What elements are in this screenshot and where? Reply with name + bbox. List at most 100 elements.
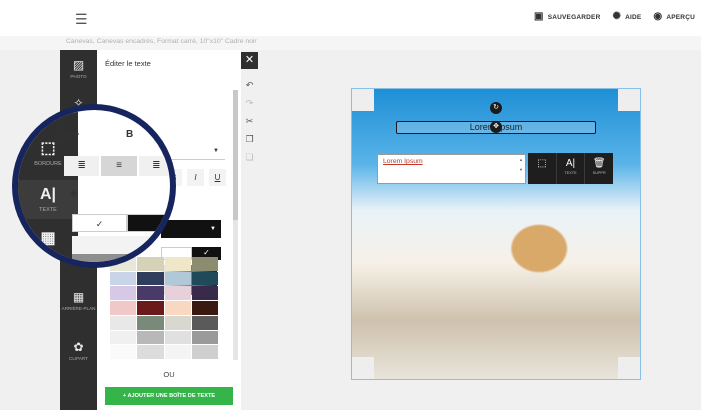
- rail-item-background[interactable]: ▦ ARRIÈRE-PLAN: [60, 290, 97, 311]
- swatch[interactable]: [137, 315, 164, 330]
- border-icon: ⬚: [40, 140, 56, 157]
- rail-item-clipart[interactable]: ✿ CLIPART: [60, 340, 97, 361]
- add-text-box-label: AJOUTER UNE BOÎTE DE TEXTE: [127, 393, 216, 399]
- preview-button[interactable]: ◉ APERÇU: [653, 12, 695, 22]
- swatch[interactable]: [164, 286, 191, 301]
- chevron-down-icon: ▼: [210, 226, 216, 232]
- lightbulb-icon: ✺: [612, 11, 622, 22]
- swatch[interactable]: [191, 271, 218, 286]
- text-icon: A|: [39, 186, 57, 203]
- scrollbar-thumb[interactable]: [233, 90, 238, 220]
- swatch[interactable]: [110, 271, 137, 286]
- breadcrumb-bar: Canevas, Canevas encadrés, Format carré,…: [0, 36, 701, 50]
- swatch[interactable]: [191, 257, 218, 271]
- panel-title: Éditer le texte: [105, 59, 151, 68]
- text-edit-button[interactable]: A| TEXTE: [557, 153, 586, 184]
- add-text-box-button[interactable]: + AJOUTER UNE BOÎTE DE TEXTE: [105, 387, 233, 405]
- edit-tools: ↶ ↷ ✂ ❐ ❏: [241, 76, 258, 166]
- text-edit-area[interactable]: Lorem Ipsum ▲ ▼: [377, 154, 526, 184]
- swatch[interactable]: [110, 345, 137, 359]
- rail-label-text: TEXTE: [39, 207, 57, 213]
- swatch[interactable]: [191, 286, 218, 301]
- font-size-select[interactable]: 28 ▾: [62, 130, 79, 141]
- swatch[interactable]: [137, 345, 164, 359]
- italic-button[interactable]: I: [187, 169, 204, 186]
- save-button[interactable]: ▣ SAUVEGARDER: [534, 12, 600, 22]
- swatch[interactable]: [164, 330, 191, 345]
- rail-item-text[interactable]: A| TEXTE: [18, 180, 78, 219]
- crop-button[interactable]: ⬚: [528, 153, 557, 184]
- text-color-select[interactable]: ▼: [161, 220, 221, 238]
- edit-text: Lorem Ipsum: [383, 158, 423, 165]
- swatch[interactable]: [137, 301, 164, 315]
- top-actions: ▣ SAUVEGARDER ✺ AIDE ◉ APERÇU: [534, 12, 695, 22]
- swatch[interactable]: [164, 271, 191, 286]
- close-icon[interactable]: ✕: [241, 52, 258, 69]
- clipart-icon: ✿: [73, 340, 84, 354]
- swatch[interactable]: [191, 345, 218, 359]
- rail-label-background: ARRIÈRE-PLAN: [61, 306, 96, 311]
- text-edit-icon: A|: [565, 158, 576, 169]
- preview-label: APERÇU: [666, 13, 695, 21]
- rail-item-photo[interactable]: ▨ PHOTO: [60, 58, 97, 79]
- help-button[interactable]: ✺ AIDE: [612, 12, 641, 22]
- swatch[interactable]: [191, 315, 218, 330]
- chevron-down-icon: ▼: [213, 148, 219, 154]
- background-icon: ▦: [72, 290, 85, 304]
- swatch[interactable]: [164, 315, 191, 330]
- panel-scrollbar[interactable]: [233, 90, 238, 360]
- copy-icon[interactable]: ❐: [241, 130, 258, 148]
- swatch-black[interactable]: [127, 214, 170, 232]
- font-size-value: 28: [62, 130, 73, 140]
- swatch[interactable]: [110, 315, 137, 330]
- trash-icon: 🗑: [592, 158, 606, 169]
- or-label: OU: [163, 370, 175, 379]
- top-bar: ☰ ▣ SAUVEGARDER ✺ AIDE ◉ APERÇU: [0, 0, 701, 36]
- underline-button[interactable]: U: [209, 169, 226, 186]
- paste-icon[interactable]: ❏: [241, 148, 258, 166]
- save-label: SAUVEGARDER: [547, 13, 601, 21]
- swatch[interactable]: [137, 330, 164, 345]
- help-label: AIDE: [625, 13, 642, 21]
- rail-label-layout: FN: [44, 251, 52, 257]
- textarea-scroll-arrows[interactable]: ▲ ▼: [519, 157, 523, 172]
- undo-icon[interactable]: ↶: [241, 76, 258, 94]
- paint-bucket-icon: ◈: [70, 188, 78, 199]
- layout-icon: ▦: [40, 230, 56, 247]
- chevron-down-icon: ▾: [74, 130, 80, 140]
- text-edit-label: TEXTE: [564, 171, 577, 175]
- canvas-corner: [618, 89, 640, 111]
- swatch-white-selected[interactable]: ✓: [72, 214, 127, 232]
- hamburger-icon[interactable]: ☰: [75, 11, 88, 28]
- color-palette: [110, 257, 218, 359]
- alignment-buttons: ≣ ≡ ≣: [64, 156, 170, 176]
- floating-toolbar: ⬚ A| TEXTE 🗑 SUPPR: [528, 153, 613, 184]
- align-right-icon[interactable]: ≣: [138, 156, 170, 176]
- align-left-icon[interactable]: ≣: [64, 156, 100, 176]
- swatch[interactable]: [110, 301, 137, 315]
- canvas-corner: [352, 357, 374, 379]
- crop-icon: ⬚: [537, 158, 547, 169]
- rail-item-layout[interactable]: ▦ FN: [18, 228, 78, 257]
- image-icon: ▨: [72, 58, 85, 72]
- swatch[interactable]: [110, 286, 137, 301]
- swatch[interactable]: [137, 286, 164, 301]
- eye-icon: ◉: [653, 11, 663, 22]
- move-handle-icon[interactable]: ✥: [490, 121, 502, 133]
- rail-label-clipart: CLIPART: [69, 356, 88, 361]
- swatch[interactable]: [164, 301, 191, 315]
- swatch[interactable]: [191, 301, 218, 315]
- swatch[interactable]: [137, 271, 164, 286]
- swatch[interactable]: [191, 330, 218, 345]
- delete-button[interactable]: 🗑 SUPPR: [585, 153, 613, 184]
- swatch[interactable]: [110, 330, 137, 345]
- magnified-swatches: ✓: [72, 214, 170, 232]
- bold-button-magnified[interactable]: B: [126, 129, 133, 140]
- cut-icon[interactable]: ✂: [241, 112, 258, 130]
- align-center-icon[interactable]: ≡: [101, 156, 137, 176]
- save-icon: ▣: [534, 11, 544, 22]
- canvas-corner: [618, 357, 640, 379]
- redo-icon[interactable]: ↷: [241, 94, 258, 112]
- rotate-handle-icon[interactable]: ↻: [490, 102, 502, 114]
- swatch[interactable]: [164, 345, 191, 359]
